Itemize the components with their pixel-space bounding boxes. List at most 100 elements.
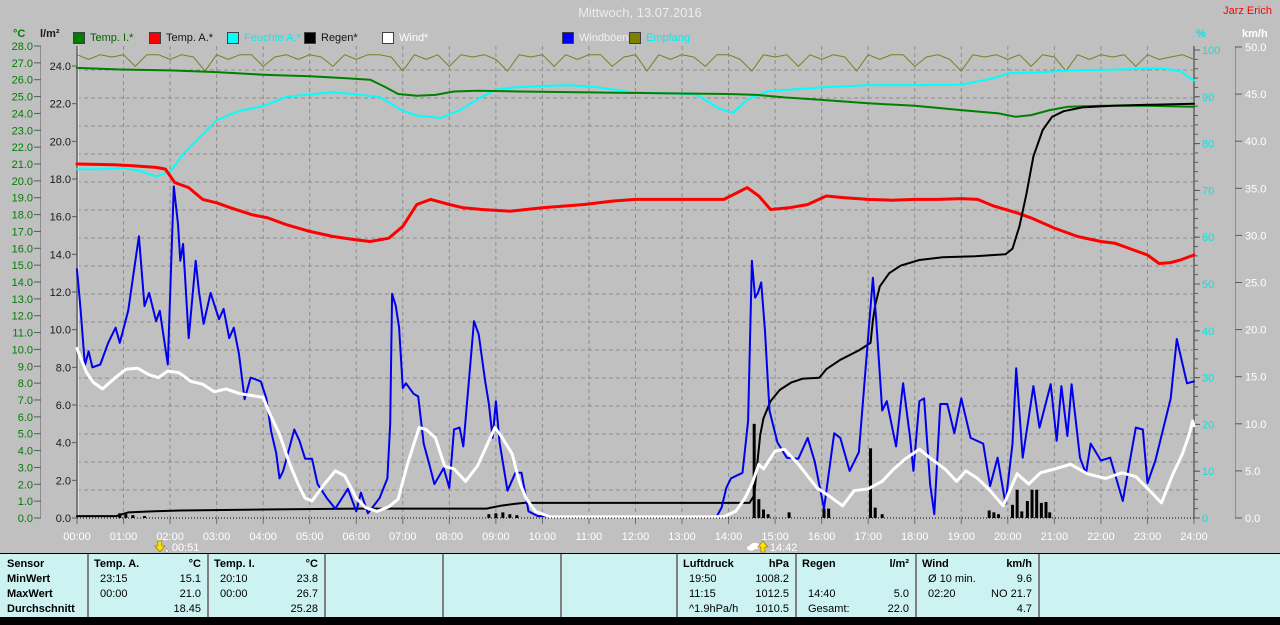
- cell-value: 1012.5: [755, 588, 795, 600]
- rain-bar: [767, 514, 770, 518]
- legend-swatch: [562, 32, 574, 44]
- chart-plot: 0.01.02.03.04.05.06.07.08.09.010.011.012…: [0, 0, 1280, 553]
- label-temp-c: 25.0: [12, 92, 33, 104]
- column-header: Luftdruck: [677, 558, 734, 570]
- table-column-empty-3: [443, 554, 562, 618]
- rain-bar: [494, 513, 497, 518]
- cell-time: 00:00: [208, 588, 248, 600]
- rain-bar: [1040, 503, 1043, 518]
- legend-label: Temp. A.*: [166, 32, 213, 44]
- label-temp-c: 1.0: [18, 496, 33, 508]
- label-time: 21:00: [1041, 531, 1069, 543]
- marker-time-label: 00:51: [172, 542, 200, 553]
- label-temp-c: 7.0: [18, 395, 33, 407]
- label-rain: 4.0: [56, 438, 71, 450]
- legend-swatch: [304, 32, 316, 44]
- cell-value: 15.1: [180, 573, 207, 585]
- rain-bar: [992, 512, 995, 518]
- rain-bar: [1048, 512, 1051, 518]
- label-temp-c: 5.0: [18, 429, 33, 441]
- label-temp-c: 20.0: [12, 176, 33, 188]
- label-temp-c: 27.0: [12, 58, 33, 70]
- rain-bar: [501, 512, 504, 518]
- label-rain: 0.0: [56, 513, 71, 525]
- legend-swatch: [629, 32, 641, 44]
- table-column-temp-i: Temp. I.°C20:1023.800:0026.725.28: [208, 554, 326, 618]
- rain-bar: [988, 510, 991, 518]
- label-time: 08:00: [436, 531, 464, 543]
- label-humidity: 20: [1202, 419, 1214, 431]
- label-time: 22:00: [1087, 531, 1115, 543]
- rain-bar: [874, 508, 877, 518]
- label-temp-c: 15.0: [12, 260, 33, 272]
- rain-bar: [1011, 505, 1014, 518]
- column-unit: l/m²: [889, 558, 915, 570]
- label-rain: 20.0: [50, 136, 71, 148]
- label-time: 07:00: [389, 531, 417, 543]
- row-label-minwert: MinWert: [0, 573, 50, 585]
- cell-time: 00:00: [88, 588, 128, 600]
- table-column-empty-4: [561, 554, 678, 618]
- label-time: 11:00: [576, 531, 603, 543]
- label-temp-c: 23.0: [12, 125, 33, 137]
- rain-bar: [822, 509, 825, 518]
- legend-item-temp-a: Temp. A.*: [149, 31, 213, 45]
- label-wind: 25.0: [1245, 278, 1266, 290]
- rain-bar: [487, 514, 490, 518]
- label-temp-c: 19.0: [12, 193, 33, 205]
- label-temp-c: 8.0: [18, 378, 33, 390]
- rain-bar: [1035, 490, 1038, 518]
- label-time: 09:00: [482, 531, 510, 543]
- column-unit: km/h: [1006, 558, 1038, 570]
- cell-value: 26.7: [297, 588, 324, 600]
- cell-value: NO 21.7: [991, 588, 1038, 600]
- label-humidity: 60: [1202, 232, 1214, 244]
- label-humidity: 10: [1202, 466, 1214, 478]
- legend-item-temp-i: Temp. I.*: [73, 31, 133, 45]
- sunrise-marker: 14:42: [747, 541, 798, 553]
- label-time: 14:00: [715, 531, 743, 543]
- label-time: 19:00: [948, 531, 976, 543]
- cell-time: 02:20: [916, 588, 956, 600]
- label-wind: 35.0: [1245, 183, 1266, 195]
- column-unit: °C: [189, 558, 207, 570]
- legend-item-regen: Regen*: [304, 31, 358, 45]
- label-humidity: 0: [1202, 513, 1208, 525]
- stats-table: SensorMinWertMaxWertDurchschnittTemp. A.…: [0, 553, 1280, 618]
- row-label-sensor: Sensor: [0, 558, 44, 570]
- legend-swatch: [382, 32, 394, 44]
- ground-icon: [165, 548, 169, 552]
- label-temp-c: 2.0: [18, 479, 33, 491]
- rain-bar: [827, 509, 830, 518]
- column-header: Regen: [796, 558, 836, 570]
- column-unit: °C: [306, 558, 324, 570]
- cell-time: Gesamt:: [796, 603, 850, 615]
- label-temp-c: 14.0: [12, 277, 33, 289]
- label-humidity: 90: [1202, 92, 1214, 104]
- cell-time: 20:10: [208, 573, 248, 585]
- cloud-icon: [747, 545, 755, 550]
- legend-item-windb-en: Windböen: [562, 31, 629, 45]
- table-column-temp-a: Temp. A.°C23:1515.100:0021.018.45: [88, 554, 209, 618]
- column-unit: hPa: [769, 558, 795, 570]
- label-temp-c: 12.0: [12, 311, 33, 323]
- label-humidity: 80: [1202, 139, 1214, 151]
- legend-label: Feuchte A.*: [244, 32, 301, 44]
- label-rain: 18.0: [50, 174, 71, 186]
- rain-bar: [1020, 511, 1023, 518]
- label-time: 18:00: [901, 531, 929, 543]
- legend-item-empfang: Empfang: [629, 31, 690, 45]
- row-label-maxwert: MaxWert: [0, 588, 53, 600]
- legend-label: Regen*: [321, 32, 358, 44]
- rain-bar: [757, 499, 760, 518]
- page-title: Mittwoch, 13.07.2016: [0, 5, 1280, 20]
- cell-value: 22.0: [888, 603, 915, 615]
- rain-bar: [1044, 502, 1047, 518]
- watermark-text: Jarz Erich: [1223, 5, 1272, 17]
- legend-item-feuchte-a: Feuchte A.*: [227, 31, 301, 45]
- table-column-regen: Regenl/m²14:405.0Gesamt:22.0: [796, 554, 917, 618]
- label-temp-c: 16.0: [12, 243, 33, 255]
- label-rain: 16.0: [50, 212, 71, 224]
- label-rain: 24.0: [50, 61, 71, 73]
- label-rain: 22.0: [50, 99, 71, 111]
